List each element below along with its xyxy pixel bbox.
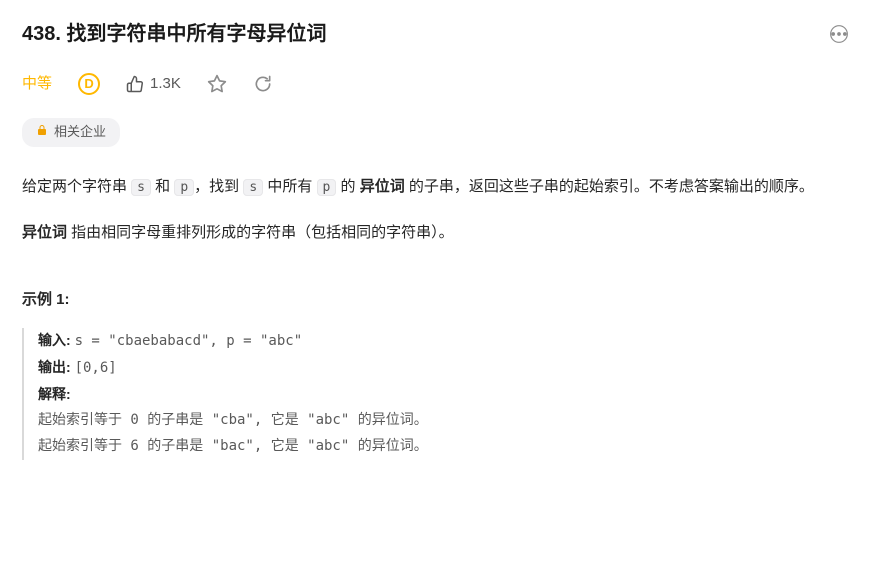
code-p: p bbox=[317, 179, 337, 196]
more-icon[interactable] bbox=[829, 24, 849, 44]
company-tag-label: 相关企业 bbox=[54, 122, 106, 143]
hint-badge[interactable]: D bbox=[78, 73, 100, 95]
code-s: s bbox=[243, 179, 263, 196]
example-block: 输入: s = "cbaebabacd", p = "abc" 输出: [0,6… bbox=[22, 328, 849, 460]
lock-icon bbox=[36, 123, 48, 142]
description-paragraph-1: 给定两个字符串 s 和 p，找到 s 中所有 p 的 异位词 的子串，返回这些子… bbox=[22, 173, 849, 202]
example-heading: 示例 1: bbox=[22, 288, 849, 312]
like-button[interactable]: 1.3K bbox=[126, 72, 181, 96]
problem-title: 438. 找到字符串中所有字母异位词 bbox=[22, 18, 326, 50]
code-p: p bbox=[174, 179, 194, 196]
code-s: s bbox=[131, 179, 151, 196]
like-count: 1.3K bbox=[150, 72, 181, 96]
company-tag-button[interactable]: 相关企业 bbox=[22, 118, 120, 147]
star-icon[interactable] bbox=[207, 74, 227, 94]
thumbs-up-icon bbox=[126, 75, 144, 93]
description-paragraph-2: 异位词 指由相同字母重排列形成的字符串（包括相同的字符串）。 bbox=[22, 219, 849, 248]
difficulty-label: 中等 bbox=[22, 72, 52, 96]
share-icon[interactable] bbox=[253, 74, 273, 94]
